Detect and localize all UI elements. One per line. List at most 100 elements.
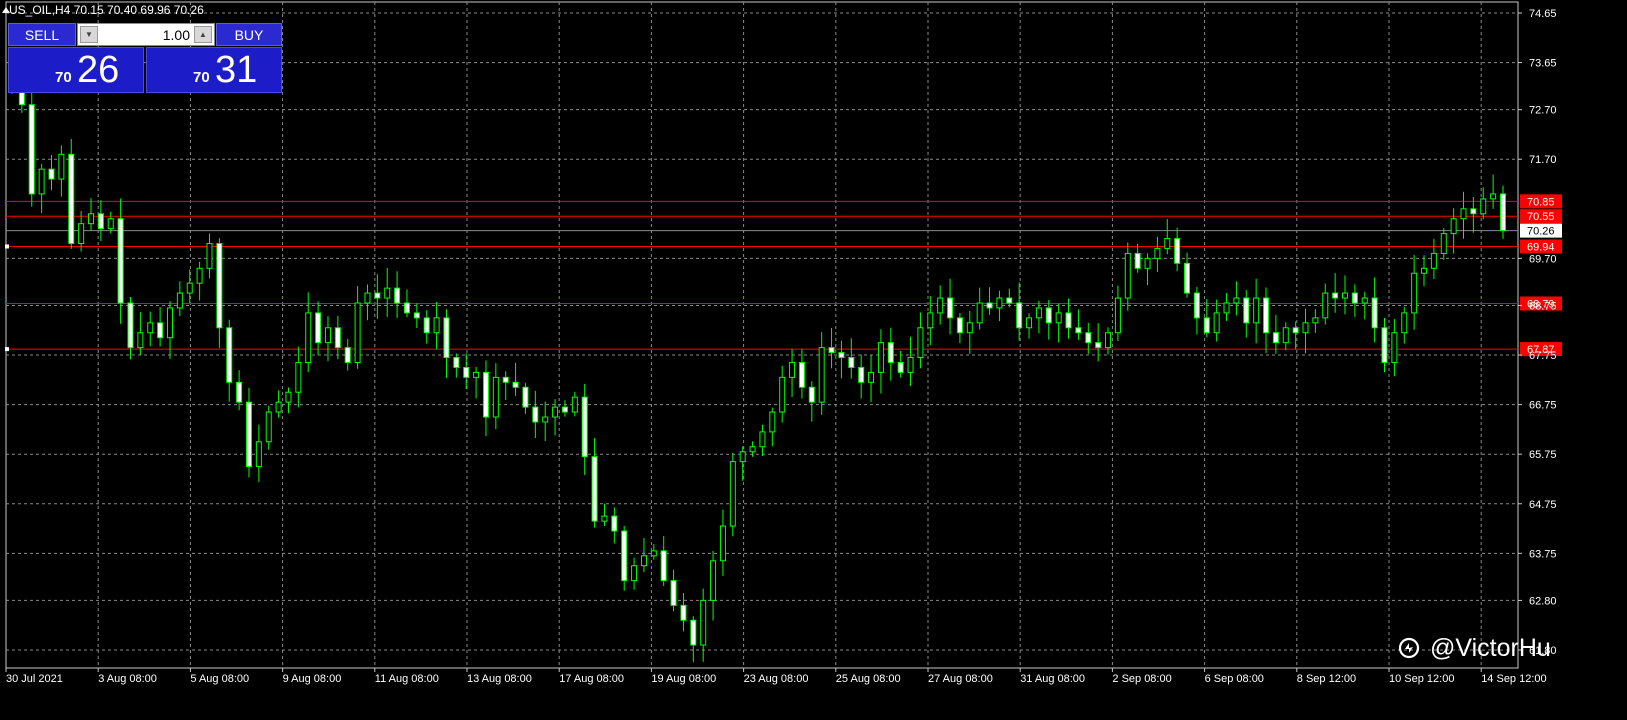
candle-body	[571, 396, 578, 413]
candle-body	[1450, 218, 1457, 235]
candle-body	[947, 297, 954, 319]
level-price-label: 69.94	[1527, 241, 1555, 253]
candle-body	[769, 411, 776, 433]
candle-body	[1193, 292, 1200, 319]
chart-canvas[interactable]: 70.8570.5569.9468.7967.8770.26 74.6573.6…	[0, 0, 1627, 715]
buy-price-button[interactable]: 70 31	[146, 47, 282, 93]
y-tick-label: 66.75	[1529, 400, 1557, 412]
candle-body	[1164, 238, 1171, 249]
candle-body	[1480, 198, 1487, 215]
candle-body	[265, 411, 272, 443]
candle	[1500, 185, 1506, 239]
candle-body	[611, 515, 618, 532]
candle-body	[28, 104, 35, 195]
candle	[68, 138, 75, 249]
candle-body	[48, 168, 55, 180]
price-chart[interactable]: 70.85 70.55 69.94 68.79 67.87 70.26 74.65 73.6…	[0, 0, 1627, 715]
candle-body	[1134, 252, 1141, 269]
candle-body	[1401, 312, 1408, 334]
candle-body	[87, 213, 94, 225]
candle-body	[552, 406, 559, 418]
one-click-trading-panel: SELL ▼ ▲ BUY 70 26 70 31	[8, 23, 282, 93]
candle-body	[838, 352, 845, 359]
candle-body	[937, 297, 944, 314]
x-tick-label: 30 Jul 2021	[6, 673, 63, 685]
candle-body	[344, 347, 351, 363]
candle-body	[1351, 292, 1358, 304]
candle	[621, 525, 628, 591]
candle-body	[1184, 262, 1191, 294]
x-tick-label: 11 Aug 08:00	[375, 673, 439, 685]
level-anchor-point[interactable]	[5, 244, 9, 249]
candle-body	[394, 287, 401, 304]
y-tick-label: 65.75	[1529, 449, 1557, 461]
candle-body	[255, 441, 262, 468]
candle-body	[1203, 317, 1210, 334]
candle-body	[334, 327, 341, 349]
candle-body	[749, 446, 756, 453]
candle-body	[196, 267, 203, 284]
y-tick-label: 68.75	[1529, 300, 1557, 312]
lot-size-input[interactable]	[100, 26, 190, 43]
candle-body	[858, 366, 865, 383]
candle-body	[157, 322, 164, 339]
candle-body	[1253, 297, 1260, 324]
candle-body	[640, 555, 647, 567]
candle-body	[226, 327, 233, 383]
candle-body	[305, 312, 312, 363]
level-anchor-point[interactable]	[5, 347, 9, 352]
lot-decrease-button[interactable]: ▼	[80, 26, 98, 43]
candle-body	[848, 357, 855, 368]
candle-body	[1124, 252, 1131, 299]
candle-body	[68, 153, 75, 245]
x-tick-label: 8 Sep 12:00	[1297, 673, 1356, 685]
candle-body	[1312, 317, 1319, 324]
candle-body	[927, 312, 934, 329]
current-price-label: 70.26	[1527, 226, 1555, 238]
candle-body	[413, 312, 420, 319]
candle-body	[798, 361, 805, 388]
watermark-text: @VictorHu	[1430, 633, 1551, 662]
x-tick-label: 27 Aug 08:00	[928, 673, 993, 685]
candle-body	[127, 302, 134, 349]
candle-body	[1075, 327, 1082, 334]
candle-body	[986, 302, 993, 309]
candle-body	[660, 550, 667, 582]
candle-body	[542, 416, 549, 423]
x-tick-label: 19 Aug 08:00	[651, 673, 716, 685]
candle-body	[1085, 332, 1092, 344]
candle-body	[512, 381, 519, 388]
buy-button[interactable]: BUY	[216, 23, 282, 46]
lot-increase-button[interactable]: ▲	[194, 26, 212, 43]
arrow-down-icon: ▼	[85, 30, 93, 39]
candle-body	[1154, 247, 1161, 259]
candle-body	[78, 223, 85, 245]
candle-body	[285, 391, 292, 403]
candle-body	[976, 302, 983, 324]
x-tick-label: 14 Sep 12:00	[1481, 673, 1546, 685]
x-tick-label: 31 Aug 08:00	[1020, 673, 1085, 685]
level-price-label: 70.55	[1527, 211, 1555, 223]
sell-price-button[interactable]: 70 26	[8, 47, 144, 93]
candle-body	[710, 560, 717, 601]
candle-body	[137, 332, 144, 349]
x-tick-label: 25 Aug 08:00	[836, 673, 901, 685]
candle-body	[1381, 327, 1388, 363]
candle-body	[1095, 342, 1102, 349]
candle-body	[315, 312, 322, 344]
level-price-label: 70.85	[1527, 196, 1555, 208]
candle-body	[492, 376, 499, 418]
circle-logo-icon	[1398, 637, 1420, 659]
candle-body	[729, 461, 736, 527]
candle-body	[818, 347, 825, 403]
candle-body	[482, 371, 489, 418]
sell-button[interactable]: SELL	[8, 23, 76, 46]
candle-body	[453, 357, 460, 368]
y-tick-label: 73.65	[1529, 58, 1557, 70]
lot-size-control: ▼ ▲	[77, 23, 215, 46]
candle-body	[1243, 297, 1250, 324]
candle-body	[206, 243, 213, 269]
y-tick-label: 63.75	[1529, 548, 1557, 560]
candle-body	[324, 327, 331, 344]
candle-body	[719, 525, 726, 562]
